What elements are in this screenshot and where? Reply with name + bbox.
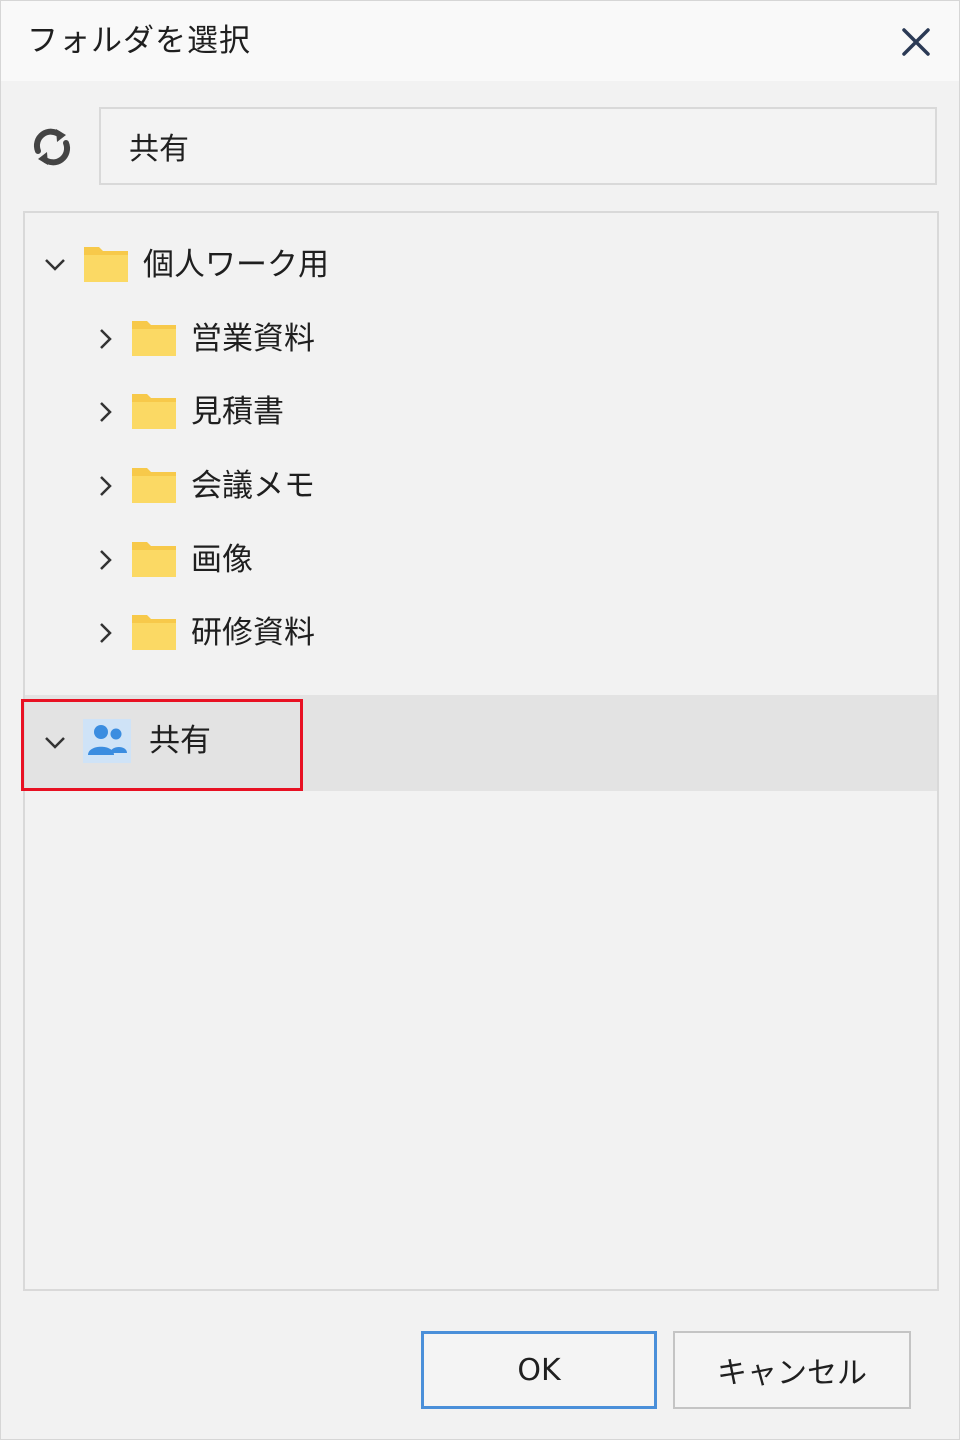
- tree-item-shared[interactable]: 共有: [21, 695, 937, 791]
- tree-item-meeting-notes[interactable]: 会議メモ: [25, 450, 937, 522]
- tree-item-label: 共有: [149, 723, 211, 759]
- dialog-title: フォルダを選択: [27, 23, 251, 59]
- tree-item-sales-materials[interactable]: 営業資料: [25, 303, 937, 375]
- chevron-right-icon[interactable]: [89, 544, 121, 576]
- folder-select-dialog: フォルダを選択 個人ワーク用: [0, 0, 960, 1440]
- folder-icon: [132, 394, 176, 429]
- chevron-down-icon[interactable]: [39, 727, 71, 759]
- ok-button[interactable]: OK: [421, 1331, 657, 1409]
- chevron-right-icon[interactable]: [89, 617, 121, 649]
- chevron-right-icon[interactable]: [89, 396, 121, 428]
- tree-item-personal-work[interactable]: 個人ワーク用: [25, 229, 937, 301]
- tree-item-label: 営業資料: [191, 321, 315, 357]
- sync-icon: [33, 128, 71, 166]
- folder-icon: [84, 247, 128, 282]
- close-icon: [902, 28, 930, 56]
- tree-item-label: 個人ワーク用: [143, 247, 329, 283]
- tree-item-label: 研修資料: [191, 615, 315, 651]
- chevron-down-icon[interactable]: [39, 249, 71, 281]
- cancel-button[interactable]: キャンセル: [673, 1331, 911, 1409]
- path-input[interactable]: [99, 107, 937, 185]
- chevron-right-icon[interactable]: [89, 470, 121, 502]
- folder-icon: [132, 542, 176, 577]
- tree-item-training-materials[interactable]: 研修資料: [25, 597, 937, 669]
- dialog-titlebar: フォルダを選択: [1, 1, 959, 81]
- chevron-right-icon[interactable]: [89, 323, 121, 355]
- folder-icon: [132, 468, 176, 503]
- folder-icon: [132, 321, 176, 356]
- tree-item-label: 見積書: [191, 394, 284, 430]
- tree-item-label: 会議メモ: [191, 468, 315, 504]
- folder-tree: 個人ワーク用 営業資料 見積書 会議メモ 画像 研修資料 共有: [21, 211, 939, 1291]
- shared-users-icon: [83, 719, 131, 763]
- tree-item-label: 画像: [191, 542, 253, 578]
- tree-item-estimates[interactable]: 見積書: [25, 376, 937, 448]
- refresh-button[interactable]: [27, 123, 77, 171]
- tree-item-images[interactable]: 画像: [25, 524, 937, 596]
- close-button[interactable]: [895, 21, 937, 63]
- folder-icon: [132, 615, 176, 650]
